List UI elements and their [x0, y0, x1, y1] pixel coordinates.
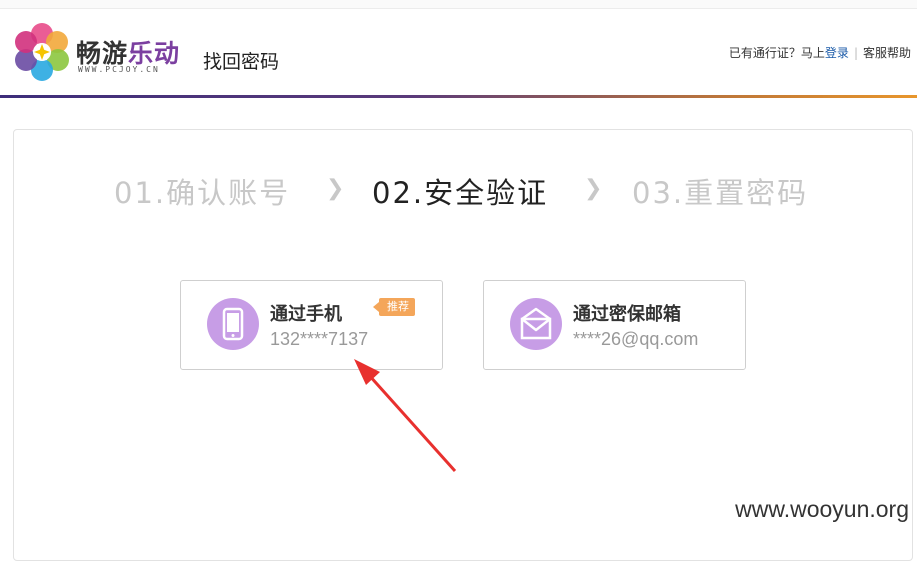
verify-by-email-card[interactable]: 通过密保邮箱 ****26@qq.com	[483, 280, 746, 370]
phone-option-title: 通过手机	[270, 304, 342, 325]
step-confirm-account: 01.确认账号	[114, 176, 291, 210]
header-divider	[0, 95, 917, 98]
email-option-title: 通过密保邮箱	[573, 304, 681, 325]
step-reset-password: 03.重置密码	[632, 176, 809, 210]
site-header: 畅游乐动 WWW.PCJOY.CN 找回密码 已有通行证？马上登录 | 客服帮助	[0, 9, 917, 95]
page-title: 找回密码	[203, 51, 280, 73]
help-link[interactable]: 客服帮助	[863, 46, 911, 60]
link-divider: |	[853, 46, 858, 60]
mobile-phone-icon	[207, 298, 259, 350]
step-progress: 01.确认账号 ❯ 02.安全验证 ❯ 03.重置密码	[0, 170, 917, 210]
recommended-badge: 推荐	[373, 298, 415, 316]
login-link[interactable]: 登录	[825, 46, 849, 60]
step-security-verify: 02.安全验证	[372, 176, 549, 210]
masked-phone-number: 132****7137	[270, 329, 369, 349]
step-chevron-icon: ❯	[326, 176, 345, 201]
wooyun-watermark: www.wooyun.org	[735, 496, 909, 522]
brand-url: WWW.PCJOY.CN	[78, 65, 160, 74]
account-prompt: 已有通行证？马上	[728, 46, 825, 60]
browser-top-strip	[0, 0, 917, 9]
pcjoy-logo[interactable]	[12, 22, 72, 82]
envelope-icon	[510, 298, 562, 350]
header-links: 已有通行证？马上登录 | 客服帮助	[729, 44, 911, 61]
masked-email: ****26@qq.com	[573, 329, 699, 349]
verify-by-phone-card[interactable]: 通过手机 推荐 132****7137	[180, 280, 443, 370]
step-chevron-icon: ❯	[584, 176, 603, 201]
